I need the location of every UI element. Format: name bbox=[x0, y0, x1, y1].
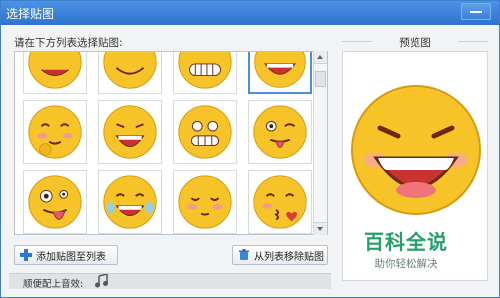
sticker-item[interactable] bbox=[248, 100, 312, 164]
sound-effect-label: 顺便配上音效: bbox=[23, 279, 84, 290]
remove-sticker-button[interactable]: 从列表移除贴图 bbox=[232, 245, 328, 265]
watermark: 百科全说 助你轻松解决 bbox=[351, 226, 461, 271]
sticker-item[interactable] bbox=[173, 52, 237, 94]
sticker-grid bbox=[14, 51, 328, 235]
scroll-down-arrow-icon[interactable] bbox=[314, 222, 327, 235]
tears-of-joy-face-icon bbox=[103, 175, 157, 229]
close-button[interactable] bbox=[461, 3, 491, 20]
scroll-up-arrow-icon[interactable] bbox=[314, 51, 327, 64]
sticker-list-scrollbar[interactable] bbox=[313, 51, 327, 235]
kiss-face-icon bbox=[253, 175, 307, 229]
sticker-item[interactable] bbox=[23, 52, 87, 94]
add-sticker-label: 添加贴图至列表 bbox=[36, 251, 106, 263]
sticker-item[interactable] bbox=[248, 170, 312, 234]
remove-sticker-label: 从列表移除贴图 bbox=[254, 251, 324, 263]
sticker-item[interactable] bbox=[23, 170, 87, 234]
sticker-item[interactable] bbox=[173, 100, 237, 164]
sleepy-face-icon bbox=[178, 175, 232, 229]
divider bbox=[458, 41, 488, 42]
plus-icon bbox=[20, 249, 32, 261]
minimize-icon bbox=[470, 11, 482, 13]
scroll-thumb[interactable] bbox=[315, 71, 326, 87]
music-note-icon bbox=[95, 274, 108, 288]
preview-label: 预览图 bbox=[399, 37, 431, 49]
watermark-subtitle: 助你轻松解决 bbox=[374, 258, 438, 270]
shy-face-icon bbox=[28, 105, 82, 159]
sticker-dialog: 选择贴图 请在下方列表选择贴图: 添加贴图至列表 从列表移除贴图 预览图 百科全… bbox=[0, 0, 500, 298]
sticker-item[interactable] bbox=[98, 170, 162, 234]
preview-header: 预览图 bbox=[342, 35, 488, 49]
sticker-item[interactable] bbox=[23, 100, 87, 164]
trash-icon bbox=[238, 249, 250, 261]
title-bar: 选择贴图 bbox=[1, 1, 499, 25]
watermark-title: 百科全说 bbox=[364, 230, 448, 254]
window-title: 选择贴图 bbox=[6, 7, 55, 21]
laugh-face-icon bbox=[254, 52, 306, 88]
mischief-grin-face-icon bbox=[178, 105, 232, 159]
sticker-item[interactable] bbox=[98, 52, 162, 94]
add-sticker-button[interactable]: 添加贴图至列表 bbox=[14, 245, 118, 265]
smile-face-icon bbox=[103, 52, 157, 89]
wink-tongue-face-icon bbox=[253, 105, 307, 159]
teeth-grin-face-icon bbox=[178, 52, 232, 89]
grin-face-icon bbox=[28, 52, 82, 89]
laugh-face-preview-icon bbox=[351, 85, 481, 215]
sticker-item[interactable] bbox=[173, 170, 237, 234]
sound-effect-section: 顺便配上音效: bbox=[9, 273, 331, 290]
sticker-item[interactable] bbox=[98, 100, 162, 164]
crazy-tongue-face-icon bbox=[28, 175, 82, 229]
sticker-list-label: 请在下方列表选择贴图: bbox=[14, 37, 123, 49]
cheeky-laugh-face-icon bbox=[103, 105, 157, 159]
sticker-item-selected[interactable] bbox=[248, 52, 312, 94]
